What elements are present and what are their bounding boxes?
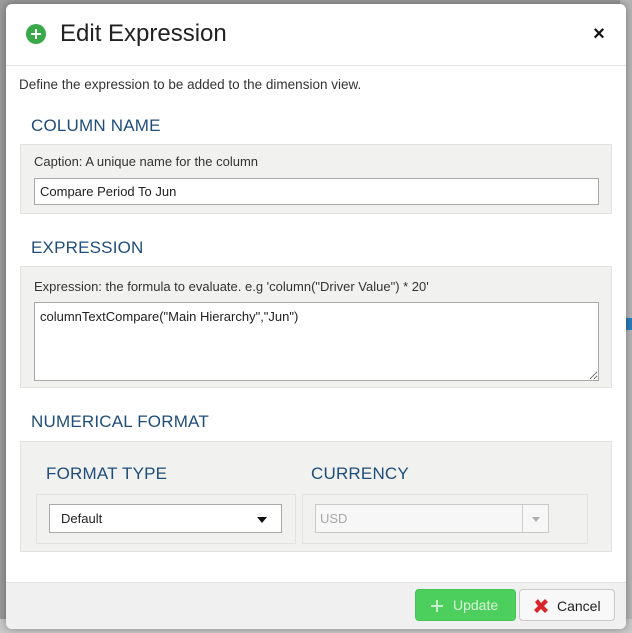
cancel-button[interactable]: Cancel (519, 589, 615, 621)
select-divider (522, 505, 523, 532)
plus-icon (431, 600, 443, 612)
expression-heading: EXPRESSION (31, 238, 144, 257)
background-accent (626, 318, 632, 330)
column-name-heading: COLUMN NAME (31, 116, 161, 135)
dialog-title: Edit Expression (60, 20, 227, 47)
format-type-heading: FORMAT TYPE (46, 464, 168, 483)
expression-textarea[interactable]: columnTextCompare("Main Hierarchy","Jun"… (34, 302, 599, 381)
currency-heading: CURRENCY (311, 464, 409, 483)
x-icon (534, 599, 548, 613)
expression-panel: Expression: the formula to evaluate. e.g… (20, 266, 612, 388)
currency-value: USD (320, 511, 348, 526)
cancel-label: Cancel (557, 598, 601, 614)
caret-down-icon (532, 517, 540, 522)
update-button[interactable]: Update (415, 589, 516, 621)
currency-select: USD (315, 504, 549, 533)
edit-expression-dialog: Edit Expression × Define the expression … (6, 4, 626, 629)
format-type-value: Default (61, 511, 103, 526)
update-label: Update (453, 597, 499, 613)
caret-down-icon (257, 517, 267, 523)
plus-circle-icon (26, 24, 46, 44)
close-button[interactable]: × (590, 24, 608, 44)
caption-label: Caption: A unique name for the column (34, 154, 259, 169)
currency-box: USD (302, 494, 588, 544)
numerical-format-heading: NUMERICAL FORMAT (31, 412, 209, 431)
expression-label: Expression: the formula to evaluate. e.g… (34, 279, 429, 294)
dialog-header: Edit Expression × (6, 4, 626, 66)
format-type-box: Default (36, 494, 296, 544)
column-name-panel: Caption: A unique name for the column (20, 144, 612, 214)
numerical-format-panel: FORMAT TYPE CURRENCY Default USD (20, 441, 612, 552)
dialog-description: Define the expression to be added to the… (19, 77, 362, 92)
dialog-footer: Update Cancel (6, 582, 626, 629)
format-type-select[interactable]: Default (49, 504, 282, 533)
caption-input[interactable] (34, 178, 599, 205)
